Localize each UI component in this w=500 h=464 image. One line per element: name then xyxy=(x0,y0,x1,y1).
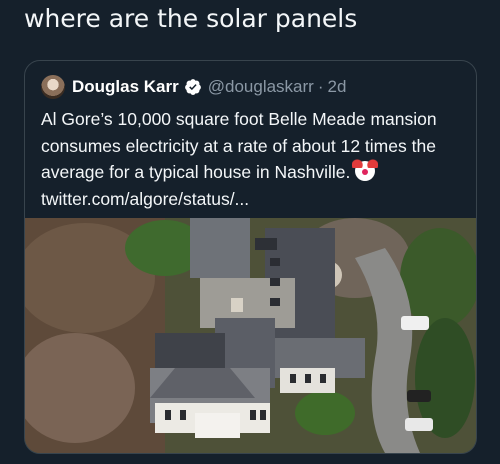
quoted-tweet-header: Douglas Karr @douglaskarr · 2d xyxy=(41,75,346,99)
post-text: where are the solar panels xyxy=(24,4,358,33)
tweet-link[interactable]: twitter.com/algore/status/... xyxy=(41,189,249,209)
photo-illustration xyxy=(25,218,476,453)
quoted-tweet-body: Al Gore’s 10,000 square foot Belle Meade… xyxy=(41,106,461,212)
quoted-tweet-card[interactable]: Douglas Karr @douglaskarr · 2d Al Gore’s… xyxy=(24,60,477,454)
author-display-name[interactable]: Douglas Karr xyxy=(72,77,179,97)
header-separator: · xyxy=(317,77,324,96)
tweet-timestamp[interactable]: 2d xyxy=(328,77,347,97)
author-avatar[interactable] xyxy=(41,75,65,99)
author-handle[interactable]: @douglaskarr xyxy=(208,77,314,97)
clown-face-icon xyxy=(352,158,379,181)
verified-badge-icon xyxy=(184,79,201,95)
aerial-photo-mansion[interactable] xyxy=(25,218,476,453)
tweet-text: Al Gore’s 10,000 square foot Belle Meade… xyxy=(41,109,437,182)
